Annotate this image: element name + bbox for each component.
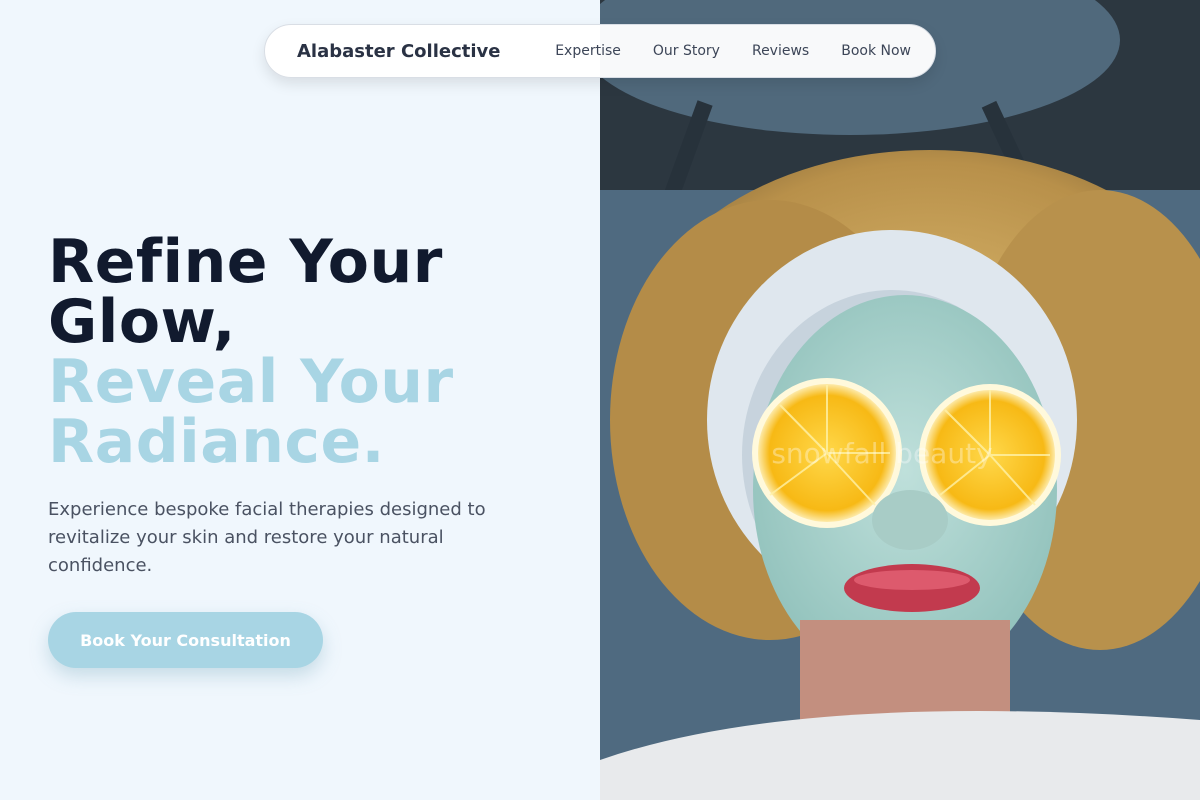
hero-description: Experience bespoke facial therapies desi…	[48, 499, 486, 576]
nav-link-our-story[interactable]: Our Story	[653, 43, 720, 59]
nav-links: Expertise Our Story Reviews Book Now	[555, 43, 911, 59]
hero-title: Refine Your Glow, Reveal Your Radiance.	[48, 232, 568, 472]
hero-section: Refine Your Glow, Reveal Your Radiance. …	[0, 0, 600, 800]
hero-title-accent-line-1: Reveal Your	[48, 347, 454, 417]
image-watermark: snowfall beauty	[771, 437, 992, 470]
nav-link-book-now[interactable]: Book Now	[841, 43, 911, 59]
book-consultation-button[interactable]: Book Your Consultation	[48, 612, 323, 668]
nav-link-reviews[interactable]: Reviews	[752, 43, 809, 59]
hero-image: snowfall beauty	[600, 0, 1200, 800]
brand-logo[interactable]: Alabaster Collective	[297, 41, 500, 62]
hero-title-accent-line-2: Radiance.	[48, 407, 385, 477]
top-navigation: Alabaster Collective Expertise Our Story…	[264, 24, 936, 78]
hero-title-line-2: Glow,	[48, 287, 236, 357]
nav-link-expertise[interactable]: Expertise	[555, 43, 621, 59]
hero-title-line-1: Refine Your	[48, 227, 443, 297]
